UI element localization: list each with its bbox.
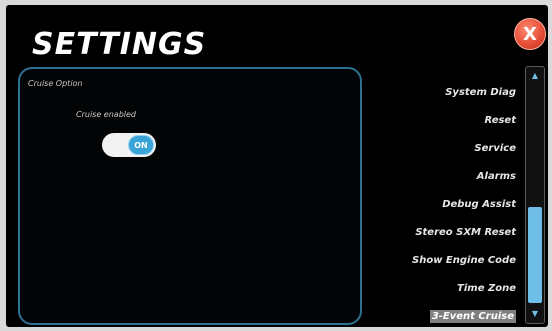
menu-item-label: Service [474, 143, 516, 154]
page-title: SETTINGS [32, 27, 207, 62]
menu-item-label: Show Engine Code [412, 255, 516, 266]
menu-item-label: Time Zone [457, 283, 516, 294]
menu-item-show-engine-code[interactable]: Show Engine Code [370, 247, 520, 275]
menu-scrollbar[interactable]: ▲ ▼ [525, 66, 545, 324]
menu-item-reset[interactable]: Reset [370, 107, 520, 135]
cruise-enabled-toggle[interactable]: ON [102, 133, 156, 157]
scroll-thumb[interactable] [528, 207, 542, 303]
close-button[interactable]: X [514, 18, 546, 50]
panel-label: Cruise Option [28, 79, 83, 88]
close-icon: X [523, 23, 537, 45]
menu-item-system-diag[interactable]: System Diag [370, 79, 520, 107]
toggle-knob: ON [128, 135, 154, 155]
menu-item-debug-assist[interactable]: Debug Assist [370, 191, 520, 219]
menu-item-service[interactable]: Service [370, 135, 520, 163]
settings-menu: System Diag Reset Service Alarms Debug A… [370, 79, 520, 327]
menu-item-label: Stereo SXM Reset [415, 227, 516, 238]
menu-item-label: Reset [484, 115, 517, 126]
menu-item-label: Alarms [476, 171, 516, 182]
toggle-state-label: ON [134, 140, 148, 150]
up-arrow-icon[interactable]: ▲ [526, 69, 544, 83]
cruise-enabled-label: Cruise enabled [76, 110, 136, 119]
settings-screen: SETTINGS X Cruise Option Cruise enabled … [6, 5, 548, 327]
cruise-option-panel: Cruise Option Cruise enabled ON [18, 67, 362, 325]
menu-item-stereo-sxm-reset[interactable]: Stereo SXM Reset [370, 219, 520, 247]
menu-item-alarms[interactable]: Alarms [370, 163, 520, 191]
down-arrow-icon[interactable]: ▼ [526, 307, 544, 321]
menu-item-time-zone[interactable]: Time Zone [370, 275, 520, 303]
menu-item-label: 3-Event Cruise [429, 310, 516, 323]
menu-item-3-event-cruise[interactable]: 3-Event Cruise [370, 303, 520, 327]
menu-item-label: Debug Assist [442, 199, 516, 210]
menu-item-label: System Diag [445, 87, 516, 98]
